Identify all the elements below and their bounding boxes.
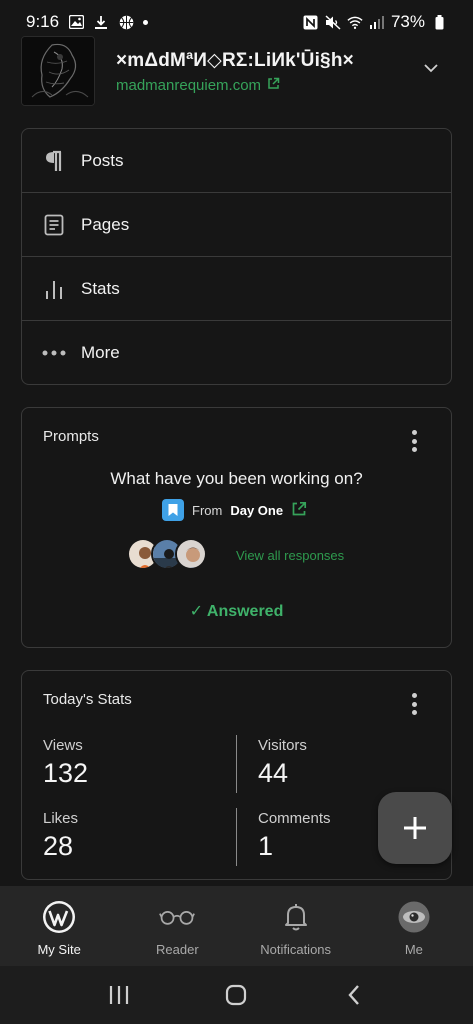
- external-link-icon: [267, 77, 280, 94]
- stat-likes-label: Likes: [43, 810, 79, 827]
- nfc-icon: [303, 14, 319, 30]
- menu-item-pages[interactable]: Pages: [22, 193, 451, 257]
- pilcrow-icon: [42, 149, 66, 173]
- menu-item-more[interactable]: More: [22, 321, 451, 385]
- prompt-question: What have you been working on?: [110, 469, 363, 488]
- source-name-link[interactable]: Day One: [230, 503, 283, 518]
- glasses-icon: [159, 900, 196, 934]
- plus-icon: [404, 817, 426, 839]
- wordpress-icon: [41, 900, 77, 934]
- recent-apps-icon[interactable]: [105, 981, 133, 1009]
- page-icon: [42, 213, 66, 237]
- prompts-title: Prompts: [43, 428, 99, 445]
- prompts-card: Prompts What have you been working on? F…: [21, 407, 452, 648]
- source-from-text: From: [192, 502, 223, 518]
- site-url-link[interactable]: madmanrequiem.com: [116, 77, 280, 94]
- site-icon-image[interactable]: [21, 36, 95, 106]
- ellipsis-icon: [42, 341, 66, 365]
- stat-visitors-label: Visitors: [258, 737, 307, 754]
- external-link-icon[interactable]: [291, 501, 307, 520]
- status-time: 9:16: [26, 12, 60, 31]
- create-fab-button[interactable]: [378, 792, 452, 864]
- stat-visitors[interactable]: Visitors 44: [258, 737, 307, 789]
- menu-item-stats[interactable]: Stats: [22, 257, 451, 321]
- stat-comments-value: 1: [258, 831, 274, 861]
- menu-label-pages: Pages: [81, 214, 130, 234]
- nav-reader[interactable]: Reader: [118, 886, 236, 966]
- stats-title: Today's Stats: [43, 691, 132, 708]
- stat-comments-label: Comments: [258, 810, 331, 827]
- menu-item-posts[interactable]: Posts: [22, 129, 451, 193]
- nav-notifications[interactable]: Notifications: [237, 886, 355, 966]
- chevron-down-icon[interactable]: [421, 58, 441, 78]
- stat-views-value: 132: [43, 758, 89, 788]
- back-icon[interactable]: [340, 981, 368, 1009]
- stats-more-menu-icon[interactable]: [411, 693, 417, 715]
- stat-visitors-value: 44: [258, 758, 289, 788]
- bell-icon: [278, 900, 314, 934]
- menu-label-stats: Stats: [81, 278, 120, 298]
- prompts-more-menu-icon[interactable]: [411, 430, 417, 452]
- nav-my-site[interactable]: My Site: [0, 886, 118, 966]
- nav-me[interactable]: Me: [355, 886, 473, 966]
- signal-icon: [369, 14, 385, 30]
- basketball-icon: [118, 14, 134, 30]
- stat-views[interactable]: Views 132: [43, 737, 88, 789]
- notification-dot-icon: [143, 19, 149, 25]
- avatar-icon: [396, 900, 432, 934]
- answered-button[interactable]: ✓ Answered: [22, 601, 451, 621]
- nav-label-me: Me: [404, 942, 423, 957]
- day-one-bookmark-icon: [162, 499, 184, 521]
- stat-views-label: Views: [43, 737, 83, 754]
- battery-percent: 73%: [390, 12, 425, 31]
- stat-comments[interactable]: Comments 1: [258, 810, 331, 862]
- status-left: 9:16: [26, 12, 149, 32]
- home-icon[interactable]: [222, 981, 250, 1009]
- nav-label-notifications: Notifications: [260, 942, 332, 957]
- nav-label-my-site: My Site: [37, 942, 81, 957]
- view-all-responses-link[interactable]: View all responses: [236, 548, 344, 563]
- avatar: [175, 538, 207, 570]
- site-title[interactable]: ×mΔdMªИ◇RΣ:LiИk'Ūi§h×: [116, 49, 354, 72]
- mute-icon: [325, 14, 341, 30]
- nav-label-reader: Reader: [156, 942, 199, 957]
- wifi-icon: [347, 14, 363, 30]
- gallery-icon: [68, 14, 84, 30]
- responder-avatars[interactable]: [127, 538, 207, 570]
- prompt-source: From Day One: [162, 499, 307, 521]
- stats-bars-icon: [42, 277, 66, 301]
- site-menu-card: Posts Pages Stats More: [21, 128, 452, 385]
- download-icon: [93, 14, 109, 30]
- stat-divider: [236, 735, 237, 793]
- stat-divider: [236, 808, 237, 866]
- system-nav-bar: [0, 966, 473, 1024]
- site-header[interactable]: ×mΔdMªИ◇RΣ:LiИk'Ūi§h× madmanrequiem.com: [20, 36, 453, 108]
- menu-label-posts: Posts: [81, 150, 124, 170]
- bottom-nav: My Site Reader Notifications Me: [0, 886, 473, 966]
- site-url-text[interactable]: madmanrequiem.com: [116, 77, 261, 94]
- stat-likes-value: 28: [43, 831, 74, 861]
- stat-likes[interactable]: Likes 28: [43, 810, 78, 862]
- menu-label-more: More: [81, 343, 120, 362]
- battery-icon: [431, 14, 447, 30]
- status-right: 73%: [303, 12, 447, 32]
